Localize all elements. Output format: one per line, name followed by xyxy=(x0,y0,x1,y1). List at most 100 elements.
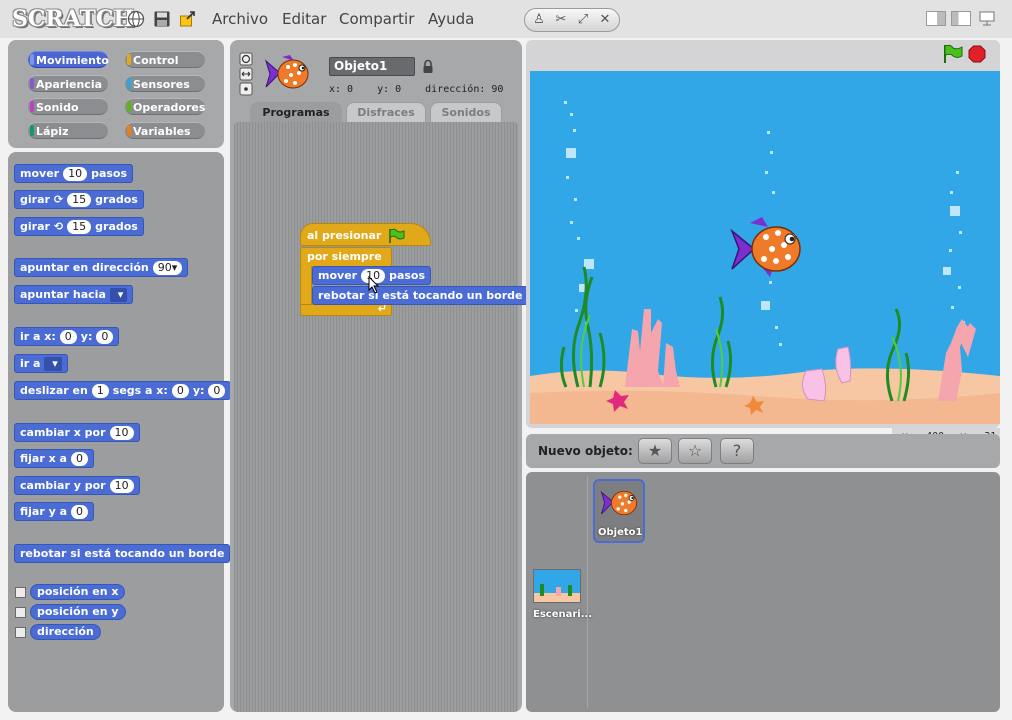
menu-archivo[interactable]: Archivo xyxy=(212,10,268,28)
category-color-bar xyxy=(30,54,34,65)
x-value: 0 xyxy=(347,84,354,95)
scripts-area[interactable] xyxy=(234,122,518,712)
number-input[interactable]: 15 xyxy=(67,192,92,207)
category-lapiz[interactable]: Lápiz xyxy=(28,122,108,139)
paint-new-sprite-icon[interactable]: ★ xyxy=(638,438,672,464)
normal-stage-icon[interactable] xyxy=(951,11,971,26)
block-rebotar[interactable]: rebotar si está tocando un borde xyxy=(14,544,231,563)
category-label: Lápiz xyxy=(36,125,69,138)
stage[interactable] xyxy=(530,71,1000,424)
category-sensores[interactable]: Sensores xyxy=(125,75,205,92)
y-input[interactable]: 0 xyxy=(208,383,226,398)
block-ir-a-xy[interactable]: ir a x: 0 y: 0 xyxy=(14,327,120,346)
random-sprite-icon[interactable]: ? xyxy=(720,438,754,464)
block-cambiar-y[interactable]: cambiar y por 10 xyxy=(14,476,140,495)
block-cambiar-x[interactable]: cambiar x por 10 xyxy=(14,423,140,442)
grow-icon[interactable]: ⤢ xyxy=(573,11,593,29)
sprite-name-field[interactable]: Objeto1 xyxy=(329,57,415,76)
category-control[interactable]: Control xyxy=(125,51,205,68)
script-block-rebotar[interactable]: rebotar si está tocando un borde xyxy=(312,286,529,305)
block-text: mover xyxy=(318,269,358,282)
block-deslizar[interactable]: deslizar en 1 segs a x: 0 y: 0 xyxy=(14,381,232,400)
delete-icon[interactable]: ✂ xyxy=(551,11,571,29)
menu-editar[interactable]: Editar xyxy=(282,10,326,28)
menu-ayuda[interactable]: Ayuda xyxy=(428,10,474,28)
y-input[interactable]: 0 xyxy=(96,329,114,344)
block-text: y: xyxy=(80,330,93,343)
checkbox-direccion[interactable] xyxy=(15,627,26,638)
tab-programas[interactable]: Programas xyxy=(250,102,342,122)
category-color-bar xyxy=(30,125,34,136)
block-por-siempre[interactable]: por siempre xyxy=(300,247,392,267)
block-apuntar-direccion[interactable]: apuntar en dirección 90▾ xyxy=(14,258,189,277)
stop-sign-icon[interactable] xyxy=(968,45,986,63)
reporter-posicion-x[interactable]: posición en x xyxy=(30,584,126,600)
category-label: Sensores xyxy=(133,78,190,91)
block-mover-pasos[interactable]: mover 10 pasos xyxy=(14,164,134,183)
y-value: 0 xyxy=(395,84,402,95)
target-dropdown[interactable]: ▾ xyxy=(109,287,128,302)
globe-icon[interactable] xyxy=(127,10,145,28)
sprite-thumbnail-icon xyxy=(265,55,309,89)
duplicate-icon[interactable]: ♙ xyxy=(529,11,549,29)
category-sonido[interactable]: Sonido xyxy=(28,98,108,115)
number-input[interactable]: 10 xyxy=(109,478,134,493)
sprite-thumbnail-objeto1[interactable]: Objeto1 xyxy=(593,479,645,543)
block-girar-derecha[interactable]: girar ⟳ 15 grados xyxy=(14,190,144,209)
sprite-position-readout: x: 0 y: 0 dirección: 90 xyxy=(329,84,503,95)
block-fijar-y[interactable]: fijar y a 0 xyxy=(14,502,95,521)
menu-compartir[interactable]: Compartir xyxy=(339,10,414,28)
block-ir-a[interactable]: ir a ▾ xyxy=(14,354,68,373)
secs-input[interactable]: 1 xyxy=(91,383,109,398)
category-label: Sonido xyxy=(36,101,79,114)
number-input[interactable]: 10 xyxy=(63,166,88,181)
block-text: al presionar xyxy=(307,228,382,242)
number-input[interactable]: 10 xyxy=(109,425,134,440)
block-text: girar xyxy=(20,193,50,206)
block-text: fijar x a xyxy=(20,452,67,465)
category-movimiento[interactable]: Movimiento xyxy=(28,51,109,68)
checkbox-posicion-y[interactable] xyxy=(15,607,26,618)
reporter-direccion[interactable]: dirección xyxy=(30,624,101,640)
category-color-bar xyxy=(127,78,131,89)
reporter-posicion-y[interactable]: posición en y xyxy=(30,604,126,620)
block-text: cambiar y por xyxy=(20,479,106,492)
block-text: mover xyxy=(20,167,60,180)
x-input[interactable]: 0 xyxy=(171,383,189,398)
tab-sonidos[interactable]: Sonidos xyxy=(430,102,502,122)
scratch-logo: SCRATCH xyxy=(12,6,135,32)
block-text: grados xyxy=(95,193,138,206)
x-input[interactable]: 0 xyxy=(59,329,77,344)
green-flag-icon xyxy=(389,228,405,243)
number-input[interactable]: 0 xyxy=(71,504,89,519)
block-fijar-x[interactable]: fijar x a 0 xyxy=(14,449,94,468)
presentation-mode-icon[interactable] xyxy=(978,11,996,26)
block-apuntar-hacia[interactable]: apuntar hacia ▾ xyxy=(14,285,134,304)
category-color-bar xyxy=(127,54,131,65)
small-stage-icon[interactable] xyxy=(926,11,946,26)
green-flag-icon[interactable] xyxy=(941,44,963,64)
direction-dropdown[interactable]: 90▾ xyxy=(152,260,183,275)
number-input[interactable]: 15 xyxy=(67,219,92,234)
stage-thumbnail-label: Escenari... xyxy=(533,609,593,620)
category-variables[interactable]: Variables xyxy=(125,122,205,139)
choose-sprite-file-icon[interactable]: ☆ xyxy=(678,438,712,464)
checkbox-posicion-x[interactable] xyxy=(15,587,26,598)
target-dropdown[interactable]: ▾ xyxy=(44,356,62,371)
category-operadores[interactable]: Operadores xyxy=(125,98,205,115)
lock-icon[interactable] xyxy=(422,59,434,74)
shrink-icon[interactable]: ✕ xyxy=(595,11,615,29)
block-girar-izquierda[interactable]: girar ⟲ 15 grados xyxy=(14,217,144,236)
fish-icon xyxy=(600,490,638,516)
stage-thumbnail[interactable] xyxy=(533,569,581,603)
block-text: pasos xyxy=(91,167,128,180)
share-icon[interactable] xyxy=(179,10,197,28)
number-input[interactable]: 0 xyxy=(70,451,88,466)
stage-backdrop-underwater xyxy=(530,101,1000,424)
block-al-presionar[interactable]: al presionar xyxy=(300,223,431,246)
save-icon[interactable] xyxy=(153,10,171,28)
tab-disfraces[interactable]: Disfraces xyxy=(346,102,426,122)
category-label: Movimiento xyxy=(36,54,109,67)
category-apariencia[interactable]: Apariencia xyxy=(28,75,108,92)
block-text: rebotar si está tocando un borde xyxy=(318,289,523,302)
